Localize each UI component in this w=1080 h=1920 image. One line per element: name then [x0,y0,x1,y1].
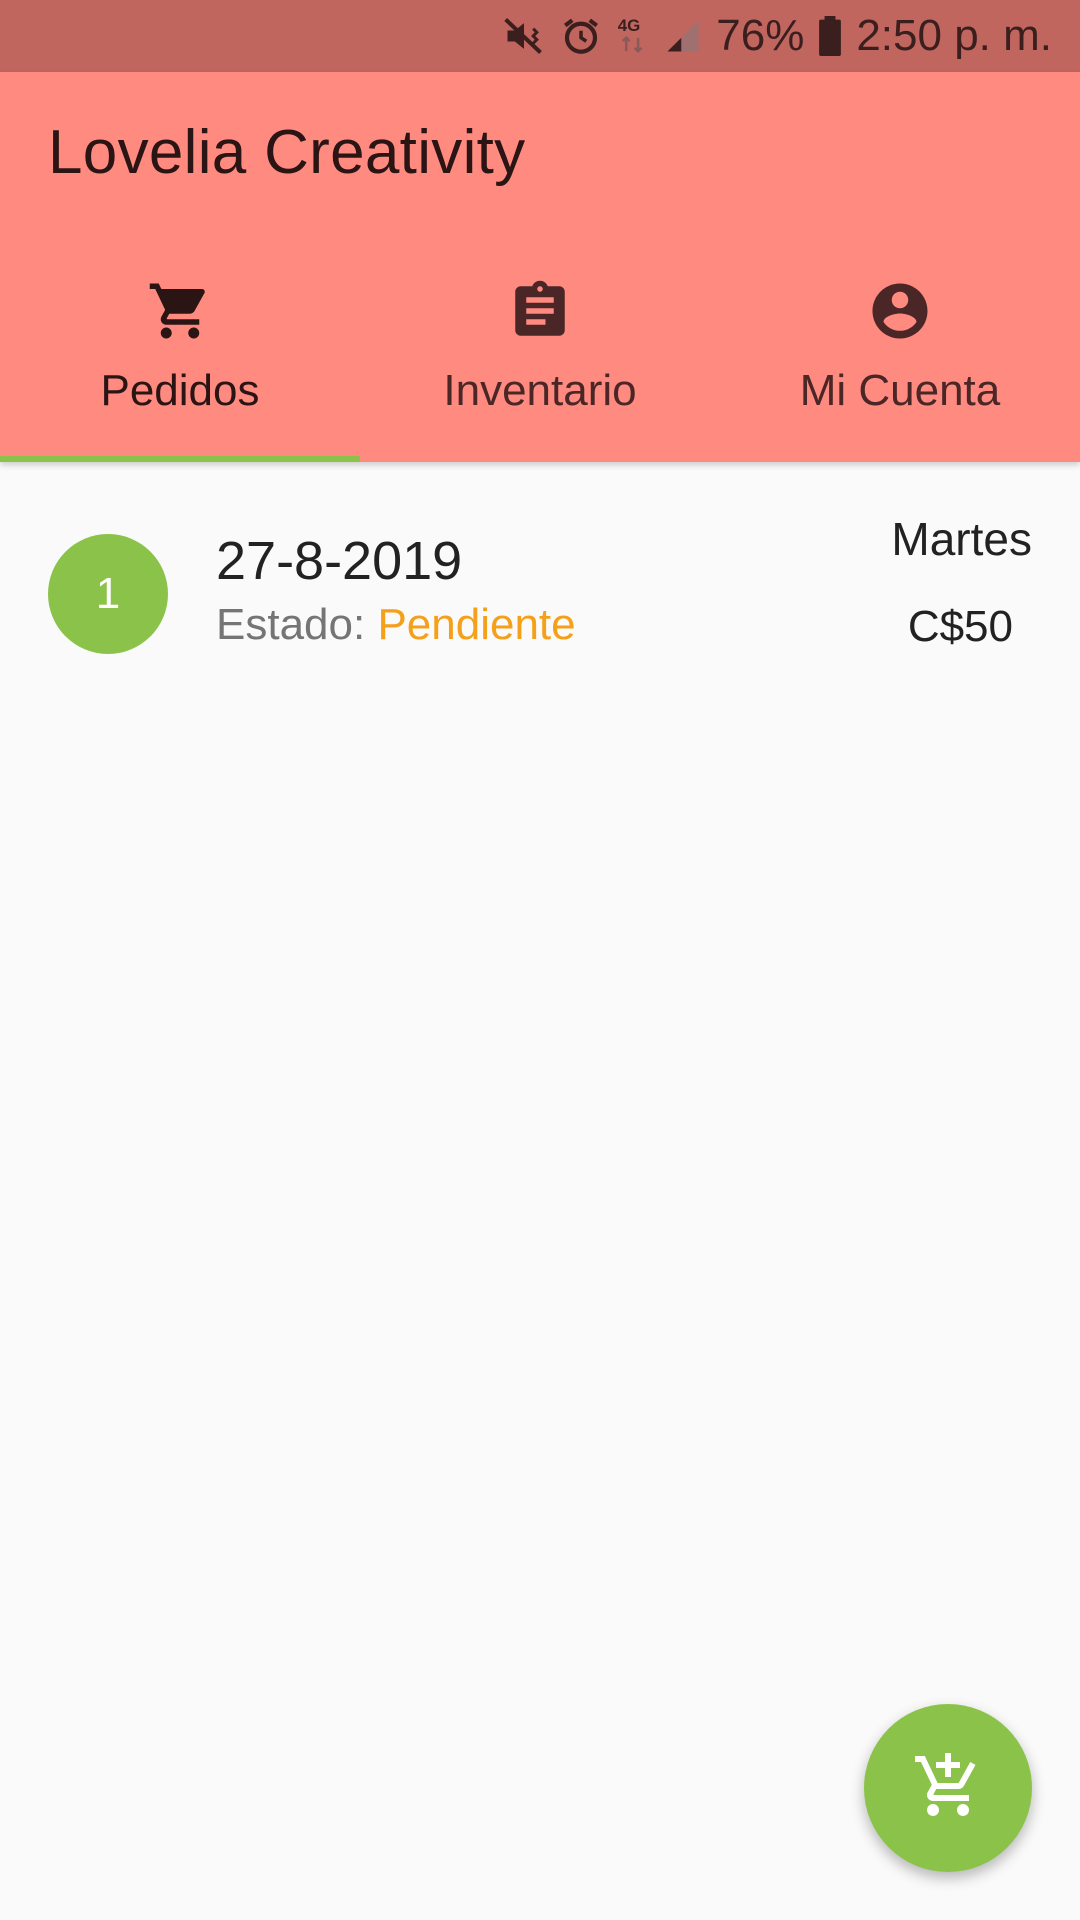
add-order-button[interactable] [864,1704,1032,1872]
add-shopping-cart-icon [912,1750,984,1827]
clock: 2:50 p. m. [856,11,1052,60]
clipboard-icon [507,278,573,344]
tab-inventario[interactable]: Inventario [360,252,720,462]
order-list: 1 27-8-2019 Estado: Pendiente Martes C$5… [0,462,1080,724]
account-circle-icon [867,278,933,344]
status-label: Estado: [216,600,366,649]
order-status: Estado: Pendiente [216,600,576,650]
app-bar: Lovelia Creativity Pedidos Inventario Mi… [0,72,1080,462]
tab-label: Inventario [443,366,637,415]
tab-pedidos[interactable]: Pedidos [0,252,360,462]
app-title: Lovelia Creativity [48,118,526,187]
tab-bar: Pedidos Inventario Mi Cuenta [0,252,1080,462]
svg-text:4G: 4G [618,16,641,35]
tab-label: Mi Cuenta [799,366,1001,415]
status-value: Pendiente [377,600,576,649]
alarm-icon [560,15,602,57]
signal-icon [664,16,702,56]
tab-mi-cuenta[interactable]: Mi Cuenta [720,252,1080,462]
order-price: C$50 [907,602,1013,651]
list-item[interactable]: 1 27-8-2019 Estado: Pendiente Martes C$5… [0,462,1080,724]
mute-vibrate-icon [502,14,546,58]
order-day: Martes [891,513,1032,565]
order-number-avatar: 1 [48,534,168,654]
shopping-cart-icon [147,278,213,344]
status-bar: 4G 76% 2:50 p. m. [0,0,1080,72]
battery-percent: 76% [716,11,805,60]
tab-label: Pedidos [100,366,260,415]
order-date: 27-8-2019 [216,531,463,591]
battery-icon [818,16,842,56]
4g-icon: 4G [616,14,650,58]
